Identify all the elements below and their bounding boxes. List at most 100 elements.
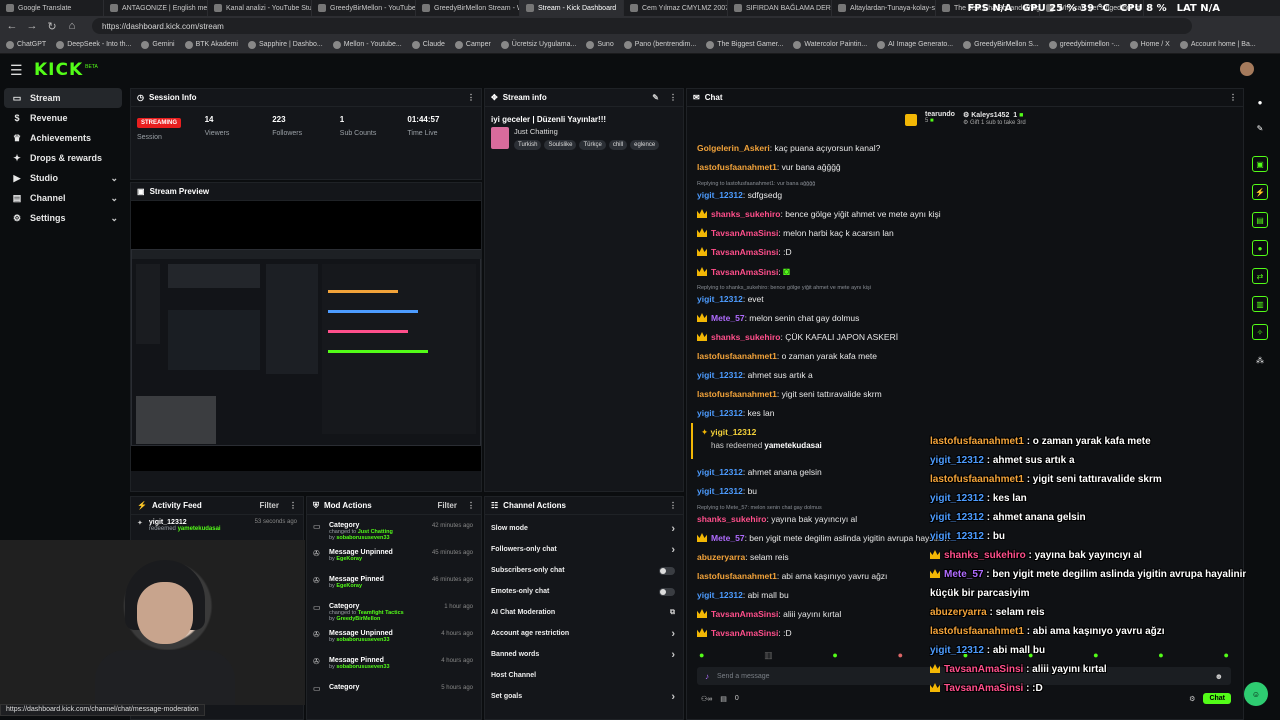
chat-username[interactable]: lastofusfaanahmet1 bbox=[697, 162, 777, 172]
layout-icon[interactable]: ▣ bbox=[1252, 156, 1268, 172]
channel-action-host-channel[interactable]: Host Channel bbox=[485, 665, 683, 686]
channel-action-subscribers-only-chat[interactable]: Subscribers-only chat bbox=[485, 560, 683, 581]
sidebar-item-drops-rewards[interactable]: ✦ Drops & rewards bbox=[4, 148, 122, 168]
sidebar-item-stream[interactable]: ▭ Stream bbox=[4, 88, 122, 108]
more-options-icon[interactable]: ⋮ bbox=[669, 93, 677, 102]
chevron-right-icon[interactable]: › bbox=[671, 544, 675, 556]
channel-action-account-age-restriction[interactable]: Account age restriction › bbox=[485, 623, 683, 644]
toggle-switch[interactable] bbox=[659, 566, 675, 575]
bookmark-item[interactable]: Account home | Ba... bbox=[1179, 40, 1256, 49]
bookmark-item[interactable]: Mellon - Youtube... bbox=[332, 40, 402, 49]
bookmark-item[interactable]: ChatGPT bbox=[6, 40, 46, 49]
chat-username[interactable]: TavsanAmaSinsi bbox=[711, 267, 778, 277]
bolt-icon[interactable]: ⚡ bbox=[1252, 184, 1268, 200]
stream-tag[interactable]: eglence bbox=[630, 140, 660, 150]
more-options-icon[interactable]: ⋮ bbox=[467, 501, 475, 510]
channel-action-followers-only-chat[interactable]: Followers-only chat › bbox=[485, 539, 683, 560]
settings-icon[interactable]: ⚙ bbox=[1189, 695, 1195, 703]
chat-username[interactable]: yigit_12312 bbox=[697, 486, 743, 496]
chat-username[interactable]: yigit_12312 bbox=[697, 408, 743, 418]
home-icon[interactable]: ⌂ bbox=[66, 20, 78, 32]
chat-username[interactable]: shanks_sukehiro bbox=[697, 514, 766, 524]
browser-tab[interactable]: Stream - Kick Dashboard bbox=[520, 0, 624, 16]
chat-username[interactable]: Mete_57 bbox=[711, 533, 745, 543]
bookmark-item[interactable]: Camper bbox=[454, 40, 491, 49]
stream-tag[interactable]: chill bbox=[608, 140, 628, 150]
chat-username[interactable]: shanks_sukehiro bbox=[711, 209, 780, 219]
chevron-right-icon[interactable]: › bbox=[671, 691, 675, 703]
support-chat-icon[interactable]: ☺ bbox=[1244, 682, 1268, 706]
filter-button[interactable]: Filter bbox=[437, 501, 457, 510]
bookmark-item[interactable]: Home / X bbox=[1129, 40, 1170, 49]
points-icon[interactable]: ▤ bbox=[720, 695, 727, 703]
chat-username[interactable]: yigit_12312 bbox=[697, 467, 743, 477]
bookmark-item[interactable]: The Biggest Gamer... bbox=[706, 40, 783, 49]
url-field[interactable]: https://dashboard.kick.com/stream bbox=[92, 18, 1192, 34]
reload-icon[interactable]: ↻ bbox=[46, 20, 58, 33]
wrench-icon[interactable]: ✧ bbox=[1252, 324, 1268, 340]
chevron-down-icon[interactable]: ⌄ bbox=[110, 173, 118, 184]
chevron-right-icon[interactable]: › bbox=[671, 628, 675, 640]
chat-username[interactable]: lastofusfaanahmet1 bbox=[697, 571, 777, 581]
chat-username[interactable]: yigit_12312 bbox=[697, 294, 743, 304]
emote-icon[interactable]: ● bbox=[1223, 650, 1228, 661]
back-icon[interactable]: ← bbox=[6, 20, 18, 32]
info-icon[interactable]: ● bbox=[1252, 94, 1268, 110]
chevron-right-icon[interactable]: › bbox=[671, 523, 675, 535]
bookmark-item[interactable]: AI Image Generato... bbox=[877, 40, 953, 49]
channel-action-ai-chat-moderation[interactable]: AI Chat Moderation ⧉ bbox=[485, 602, 683, 623]
stream-tag[interactable]: Turkish bbox=[514, 140, 542, 150]
sidebar-item-settings[interactable]: ⚙ Settings ⌄ bbox=[4, 208, 122, 228]
bookmark-item[interactable]: Watercolor Paintin... bbox=[793, 40, 867, 49]
bookmark-item[interactable]: Pano (bentrendim... bbox=[623, 40, 696, 49]
chat-username[interactable]: shanks_sukehiro bbox=[711, 332, 780, 342]
bookmark-item[interactable]: Suno bbox=[586, 40, 614, 49]
more-options-icon[interactable]: ⋮ bbox=[669, 501, 677, 510]
toggle-switch[interactable] bbox=[659, 587, 675, 596]
chat-username[interactable]: Mete_57 bbox=[711, 313, 745, 323]
emote-icon[interactable]: ● bbox=[699, 650, 704, 661]
chat-bubble-icon[interactable]: ● bbox=[1252, 240, 1268, 256]
chat-username[interactable]: TavsanAmaSinsi bbox=[711, 609, 778, 619]
chat-username[interactable]: yigit_12312 bbox=[697, 190, 743, 200]
browser-tab[interactable]: ANTAGONIZE | English mea bbox=[104, 0, 208, 16]
chevron-down-icon[interactable]: ⌄ bbox=[110, 213, 118, 224]
emoji-icon[interactable]: ☻ bbox=[1215, 672, 1223, 681]
bookmark-item[interactable]: BTK Akademi bbox=[184, 40, 238, 49]
bookmark-item[interactable]: greedybirmellon -... bbox=[1048, 40, 1120, 49]
link-icon[interactable]: ⇄ bbox=[1252, 268, 1268, 284]
chat-username[interactable]: yigit_12312 bbox=[697, 590, 743, 600]
browser-tab[interactable]: Google Translate bbox=[0, 0, 104, 16]
emote-icon[interactable]: ● bbox=[832, 650, 837, 661]
chat-username[interactable]: lastofusfaanahmet1 bbox=[697, 389, 777, 399]
users-icon[interactable]: ⚇∞ bbox=[701, 695, 712, 703]
browser-tab[interactable]: SIFIRDAN BAĞLAMA DERSİ bbox=[728, 0, 832, 16]
sidebar-item-studio[interactable]: ▶ Studio ⌄ bbox=[4, 168, 122, 188]
bookmark-item[interactable]: Sapphire | Dashbo... bbox=[248, 40, 323, 49]
browser-tab[interactable]: Altaylardan-Tunaya-kolay-s bbox=[832, 0, 936, 16]
network-icon[interactable]: ⁂ bbox=[1252, 352, 1268, 368]
channel-action-set-goals[interactable]: Set goals › bbox=[485, 686, 683, 707]
channel-action-emotes-only-chat[interactable]: Emotes-only chat bbox=[485, 581, 683, 602]
sidebar-item-achievements[interactable]: ♛ Achievements bbox=[4, 128, 122, 148]
browser-tab[interactable]: GreedyBirMellon - YouTube bbox=[312, 0, 416, 16]
chat-username[interactable]: abuzeryarra bbox=[697, 552, 745, 562]
emote-icon[interactable]: ● bbox=[1158, 650, 1163, 661]
channel-action-banned-words[interactable]: Banned words › bbox=[485, 644, 683, 665]
printer-icon[interactable]: ▥ bbox=[1252, 296, 1268, 312]
chat-username[interactable]: Golgelerin_Askeri bbox=[697, 143, 770, 153]
browser-tab[interactable]: GreedyBirMellon Stream - W bbox=[416, 0, 520, 16]
filter-button[interactable]: Filter bbox=[259, 501, 279, 510]
chevron-right-icon[interactable]: › bbox=[671, 649, 675, 661]
stream-tag[interactable]: Soulslike bbox=[544, 140, 577, 150]
edit-icon[interactable]: ✎ bbox=[1252, 120, 1268, 136]
chat-username[interactable]: TavsanAmaSinsi bbox=[711, 228, 778, 238]
send-chat-button[interactable]: Chat bbox=[1203, 693, 1231, 704]
emote-icon[interactable]: ● bbox=[1093, 650, 1098, 661]
chat-username[interactable]: TavsanAmaSinsi bbox=[711, 247, 778, 257]
bookmark-item[interactable]: Ücretsiz Uygulama... bbox=[500, 40, 576, 49]
kick-logo[interactable]: KICK bbox=[34, 60, 83, 80]
browser-tab[interactable]: Kanal analizi - YouTube Stud bbox=[208, 0, 312, 16]
browser-tab[interactable]: Cem Yılmaz CMYLMZ 2007 bbox=[624, 0, 728, 16]
bookmark-item[interactable]: Claude bbox=[411, 40, 445, 49]
